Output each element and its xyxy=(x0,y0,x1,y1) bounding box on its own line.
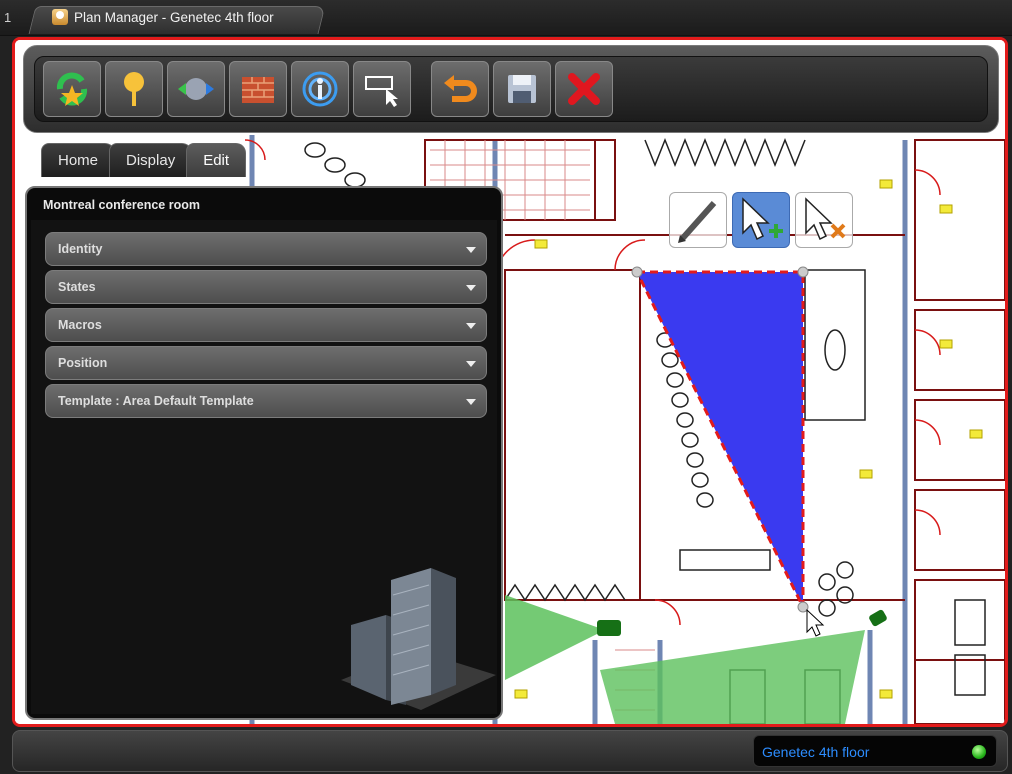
select-area-icon xyxy=(365,76,398,107)
side-tabs: Home Display Edit xyxy=(41,143,247,177)
panel-title: Montreal conference room xyxy=(43,198,200,212)
undo-icon xyxy=(444,75,477,102)
chevron-down-icon xyxy=(466,247,476,253)
section-label: States xyxy=(58,280,96,294)
tab-number: 1 xyxy=(4,10,12,25)
pin-icon xyxy=(124,72,144,106)
toolbar xyxy=(34,56,988,122)
section-label: Macros xyxy=(58,318,102,332)
add-link-button[interactable] xyxy=(167,61,225,117)
remove-point-icon xyxy=(805,197,846,241)
refresh-map-button[interactable] xyxy=(43,61,101,117)
refresh-map-icon xyxy=(56,72,88,106)
properties-panel: Montreal conference room Identity States… xyxy=(25,186,503,720)
panel-body: Identity States Macros Position Template… xyxy=(31,220,497,714)
section-label: Position xyxy=(58,356,108,370)
section-template[interactable]: Template : Area Default Template xyxy=(45,384,487,418)
add-pin-button[interactable] xyxy=(105,61,163,117)
save-icon xyxy=(508,75,536,103)
draw-area-button[interactable] xyxy=(353,61,411,117)
window-title: Plan Manager - Genetec 4th floor xyxy=(74,9,274,25)
remove-point-tool[interactable] xyxy=(795,192,853,248)
title-bar: 1 Plan Manager - Genetec 4th floor xyxy=(0,0,1012,36)
undo-button[interactable] xyxy=(431,61,489,117)
location-name: Genetec 4th floor xyxy=(762,744,870,760)
chevron-down-icon xyxy=(466,323,476,329)
close-icon xyxy=(568,73,600,105)
edit-pencil-icon xyxy=(678,201,717,243)
toolbar-container xyxy=(23,45,999,133)
add-signal-button[interactable] xyxy=(291,61,349,117)
status-indicator-icon xyxy=(972,745,986,759)
add-point-tool[interactable] xyxy=(732,192,790,248)
add-point-icon xyxy=(742,197,783,241)
window-tab-content[interactable]: Plan Manager - Genetec 4th floor xyxy=(52,9,274,25)
save-button[interactable] xyxy=(493,61,551,117)
brick-wall-icon xyxy=(242,77,274,103)
building-icon xyxy=(341,568,496,710)
location-selector[interactable]: Genetec 4th floor xyxy=(753,735,997,767)
tab-edit[interactable]: Edit xyxy=(186,143,247,177)
link-icon xyxy=(178,78,214,100)
app-window: 1 Plan Manager - Genetec 4th floor Home … xyxy=(0,0,1012,774)
section-position[interactable]: Position xyxy=(45,346,487,380)
signal-icon xyxy=(302,71,338,107)
section-states[interactable]: States xyxy=(45,270,487,304)
chevron-down-icon xyxy=(466,399,476,405)
tab-display[interactable]: Display xyxy=(109,143,193,177)
section-identity[interactable]: Identity xyxy=(45,232,487,266)
chevron-down-icon xyxy=(466,285,476,291)
plan-manager-icon xyxy=(52,9,68,25)
close-button[interactable] xyxy=(555,61,613,117)
plan-canvas-frame: Home Display Edit Montreal conference ro… xyxy=(12,37,1008,727)
add-wall-button[interactable] xyxy=(229,61,287,117)
section-label: Identity xyxy=(58,242,103,256)
tab-home[interactable]: Home xyxy=(41,143,116,177)
section-label: Template : Area Default Template xyxy=(58,394,254,408)
chevron-down-icon xyxy=(466,361,476,367)
section-macros[interactable]: Macros xyxy=(45,308,487,342)
edit-shape-tool[interactable] xyxy=(669,192,727,248)
status-bar: Genetec 4th floor xyxy=(12,730,1008,772)
